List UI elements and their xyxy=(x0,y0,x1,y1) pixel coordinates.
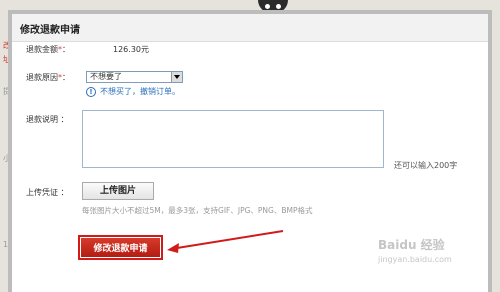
reason-hint: ! 不想买了，撤销订单。 xyxy=(86,86,180,97)
amount-label: 退款金额*： xyxy=(26,45,70,54)
upload-note: 每张图片大小不超过5M，最多3张，支持GIF、JPG、PNG、BMP格式 xyxy=(82,206,313,215)
required-mark: * xyxy=(58,73,62,82)
annotation-arrow-icon xyxy=(167,230,284,253)
baidu-watermark: Baidu 经验 jingyan.baidu.com xyxy=(378,236,490,286)
refund-reason-select[interactable]: 不想要了 xyxy=(86,71,183,83)
chevron-down-icon[interactable] xyxy=(171,72,182,82)
info-icon: ! xyxy=(86,86,96,97)
remaining-chars-text: 还可以输入200字 xyxy=(394,161,458,170)
reason-hint-text: 不想买了，撤销订单。 xyxy=(100,87,180,96)
refund-dialog: 修改退款申请 退款金额*： 126.30元 退款原因*： 不想要了 ! 不想买了… xyxy=(8,10,492,292)
reason-label-text: 退款原因 xyxy=(26,73,58,82)
submit-highlight-frame: 修改退款申请 xyxy=(78,235,163,260)
refund-description-textarea[interactable] xyxy=(82,110,384,168)
watermark-sub: jingyan.baidu.com xyxy=(378,255,452,264)
refund-reason-selected: 不想要了 xyxy=(90,72,122,81)
upload-image-button[interactable]: 上传图片 xyxy=(82,182,154,200)
description-label: 退款说明 ： xyxy=(26,115,69,124)
amount-label-text: 退款金额 xyxy=(26,45,58,54)
submit-refund-button[interactable]: 修改退款申请 xyxy=(81,238,160,257)
refund-amount-value: 126.30元 xyxy=(113,45,149,54)
dialog-header: 修改退款申请 xyxy=(12,14,488,42)
dialog-title: 修改退款申请 xyxy=(20,25,80,36)
reason-label: 退款原因*： xyxy=(26,73,70,82)
upload-label: 上传凭证 ： xyxy=(26,188,69,197)
required-mark: * xyxy=(58,45,62,54)
watermark-text: Baidu 经验 xyxy=(378,238,445,252)
